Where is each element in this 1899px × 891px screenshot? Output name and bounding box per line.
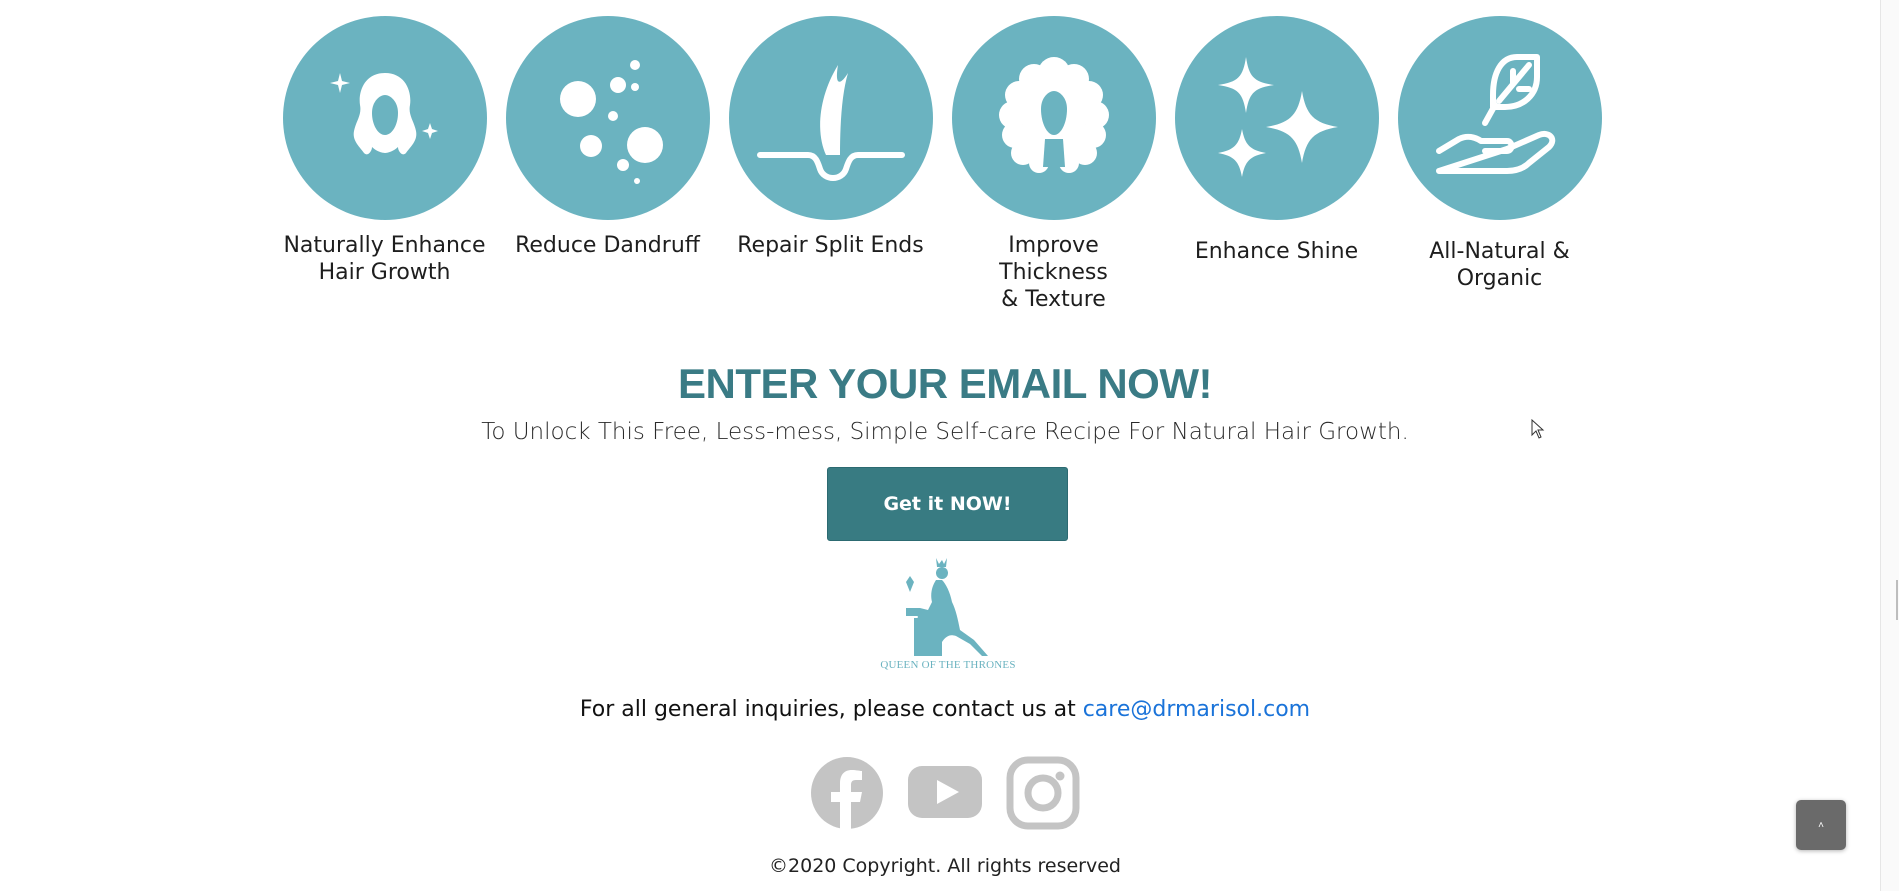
back-to-top-button[interactable]: ˄ [1796, 800, 1846, 850]
sparkles-icon [1174, 16, 1379, 220]
benefit-hair-growth: Naturally Enhance Hair Growth [282, 16, 487, 313]
cta-subheading: To Unlock This Free, Less-mess, Simple S… [481, 419, 1409, 445]
benefit-label: Repair Split Ends [737, 233, 924, 258]
contact-text: For all general inquiries, please contac… [579, 697, 1083, 722]
cta-heading: ENTER YOUR EMAIL NOW! [678, 360, 1212, 407]
dandruff-bubbles-icon [505, 16, 710, 220]
page: Naturally Enhance Hair Growth Reduce Dan… [0, 0, 1899, 891]
youtube-icon[interactable] [908, 756, 982, 830]
copyright-text: ©2020 Copyright. All rights reserved [769, 855, 1121, 877]
vertical-scrollbar[interactable] [1880, 0, 1899, 891]
social-links [810, 756, 1080, 830]
contact-email-link[interactable]: care@drmarisol.com [1083, 697, 1310, 722]
benefit-label: Improve Thickness & Texture [999, 233, 1108, 312]
benefit-label: All-Natural & Organic [1429, 239, 1570, 291]
leaf-in-hand-icon [1397, 16, 1602, 220]
mouse-cursor-icon [1531, 419, 1545, 439]
hair-follicle-icon [728, 16, 933, 220]
benefit-label: Reduce Dandruff [515, 233, 700, 258]
benefit-shine: Enhance Shine [1174, 16, 1379, 313]
benefit-label: Naturally Enhance Hair Growth [283, 233, 486, 285]
hair-growth-icon [282, 16, 487, 220]
benefit-label: Enhance Shine [1194, 239, 1359, 264]
curly-hair-icon [951, 16, 1156, 220]
facebook-icon[interactable] [810, 756, 884, 830]
scrollbar-thumb[interactable] [1896, 580, 1898, 620]
benefits-row: Naturally Enhance Hair Growth Reduce Dan… [282, 16, 1602, 313]
benefit-dandruff: Reduce Dandruff [505, 16, 710, 313]
contact-line: For all general inquiries, please contac… [0, 697, 1890, 722]
instagram-icon[interactable] [1006, 756, 1080, 830]
logo-caption: QUEEN OF THE THRONES [880, 659, 1016, 671]
get-it-now-button[interactable]: Get it NOW! [827, 467, 1068, 541]
chevron-up-icon: ˄ [1818, 819, 1824, 831]
benefit-natural: All-Natural & Organic [1397, 16, 1602, 313]
benefit-split-ends: Repair Split Ends [728, 16, 933, 313]
benefit-thickness: Improve Thickness & Texture [951, 16, 1156, 313]
queen-of-the-thrones-logo [906, 558, 988, 656]
